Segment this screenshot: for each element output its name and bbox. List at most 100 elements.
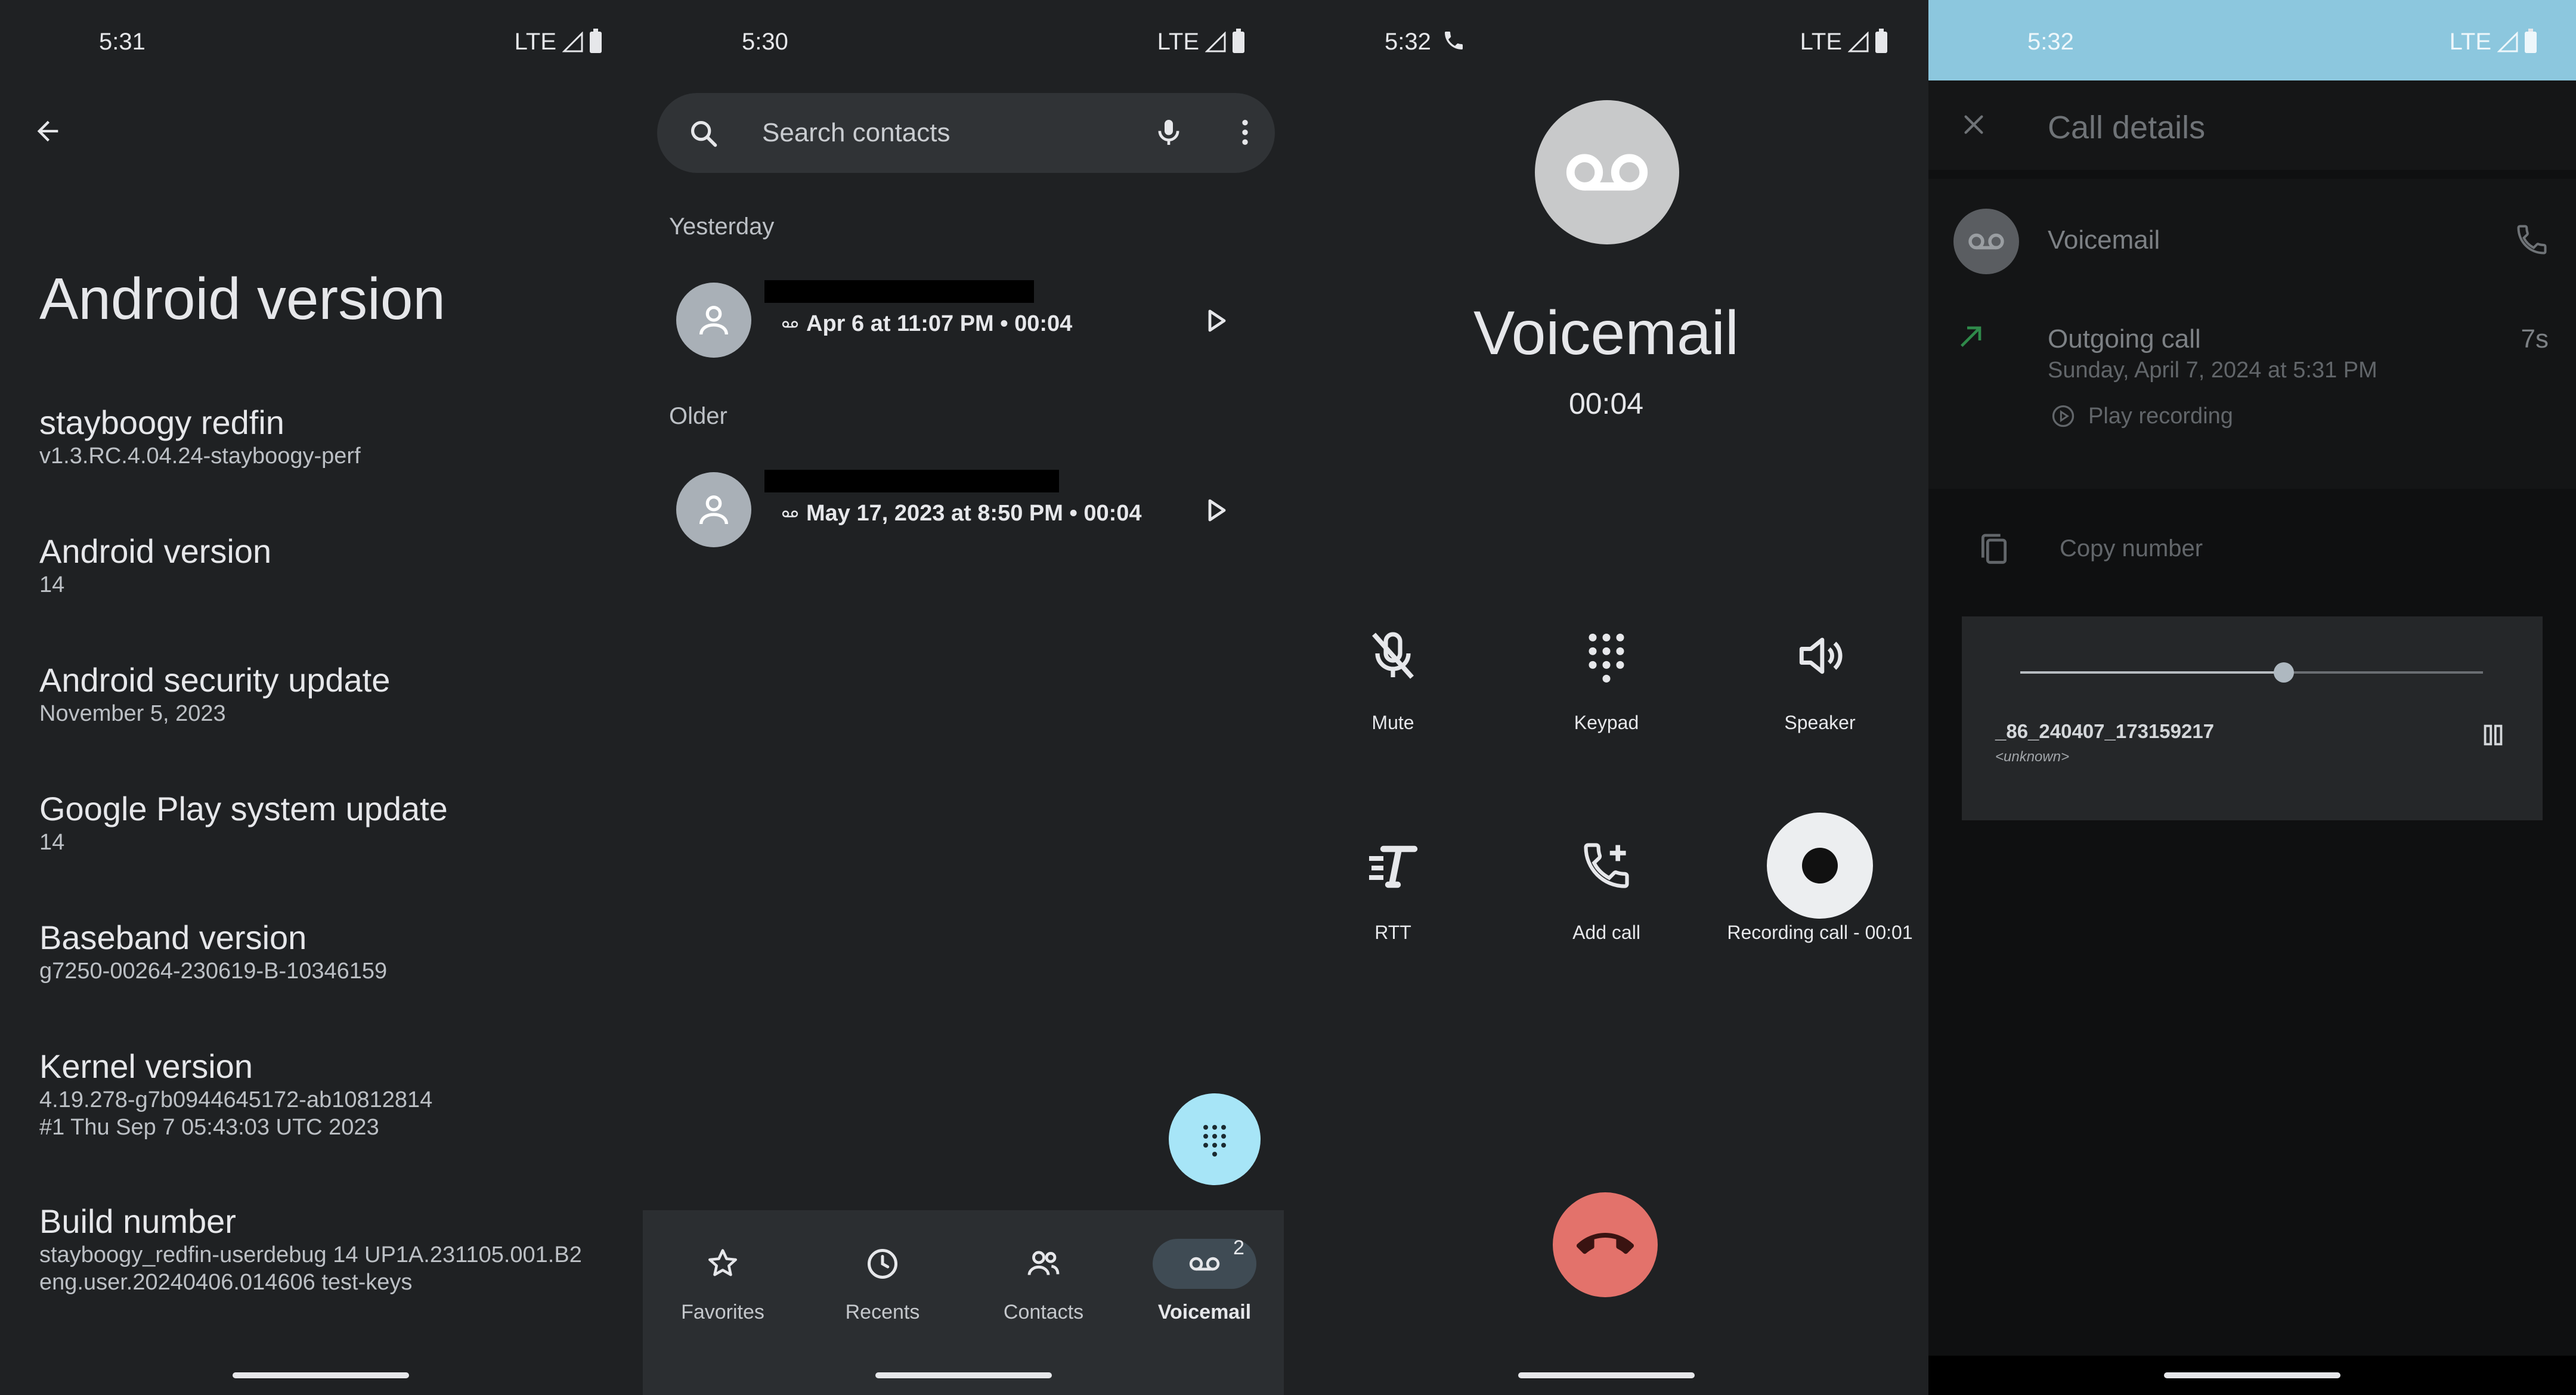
section-header-yesterday: Yesterday <box>669 213 775 240</box>
signal-icon <box>562 31 583 52</box>
call-timer: 00:04 <box>1568 387 1644 420</box>
seek-thumb[interactable] <box>2274 662 2295 683</box>
voicemail-list-item[interactable]: May 17, 2023 at 8:50 PM • 00:04 <box>643 460 1284 556</box>
status-time: 5:31 <box>99 29 145 55</box>
navigation-bar <box>1928 1356 2576 1395</box>
control-label: Add call <box>1572 922 1640 943</box>
status-time: 5:32 <box>2027 29 2074 55</box>
call-end-icon <box>1577 1233 1634 1254</box>
search-bar[interactable] <box>657 93 1275 173</box>
call-date: Sunday, April 7, 2024 at 5:31 PM <box>2048 358 2377 383</box>
recording-artist: <unknown> <box>1995 749 2070 765</box>
about-item-baseband[interactable]: Baseband version g7250-00264-230619-B-10… <box>39 918 387 985</box>
search-input[interactable] <box>762 116 1096 150</box>
item-title: Build number <box>39 1202 236 1240</box>
status-indicators: LTE <box>1157 28 1244 55</box>
copy-number-label: Copy number <box>2060 535 2203 562</box>
battery-icon <box>2525 28 2537 53</box>
page-title: Android version <box>39 266 445 331</box>
about-item-android-version[interactable]: Android version 14 <box>39 532 271 599</box>
caller-avatar <box>1535 100 1679 244</box>
gesture-handle[interactable] <box>2164 1372 2340 1378</box>
status-bar: 5:30 LTE <box>643 0 1284 80</box>
play-icon[interactable] <box>1202 496 1230 525</box>
network-type: LTE <box>2449 29 2491 55</box>
app-bar: Call details <box>1928 80 2576 170</box>
voicemail-meta: Apr 6 at 11:07 PM • 00:04 <box>781 311 1072 337</box>
about-item-kernel[interactable]: Kernel version 4.19.278-g7b0944645172-ab… <box>39 1047 432 1141</box>
status-bar: 5:32 LTE <box>1286 0 1927 80</box>
gesture-handle[interactable] <box>1518 1372 1695 1378</box>
battery-icon <box>1233 28 1244 53</box>
phone-icon[interactable] <box>2514 222 2550 258</box>
record-button[interactable]: Recording call - 00:01 <box>1713 812 1927 944</box>
end-call-button[interactable] <box>1553 1192 1658 1297</box>
status-time: 5:32 <box>1385 29 1431 55</box>
about-android-version-screen: 5:31 LTE Android version stayboogy redfi… <box>0 0 641 1395</box>
speaker-button[interactable]: Speaker <box>1713 602 1927 734</box>
about-item-rom[interactable]: stayboogy redfin v1.3.RC.4.04.24-stayboo… <box>39 403 361 470</box>
item-subtitle: 4.19.278-g7b0944645172-ab10812814 <box>39 1087 433 1112</box>
contact-name: Voicemail <box>2048 225 2160 255</box>
avatar <box>676 472 751 547</box>
close-button[interactable] <box>1950 101 1998 148</box>
copy-number-row[interactable]: Copy number <box>1928 495 2576 608</box>
about-item-build-number[interactable]: Build number stayboogy_redfin-userdebug … <box>39 1202 582 1296</box>
play-recording-link[interactable]: Play recording <box>2050 403 2233 429</box>
gesture-handle[interactable] <box>232 1372 409 1378</box>
battery-icon <box>1875 28 1887 53</box>
person-icon <box>699 495 728 525</box>
call-details-screen: 5:32 LTE Call details Voicemail Outgoing… <box>1928 0 2576 1395</box>
people-icon <box>1027 1251 1060 1275</box>
mic-off-icon <box>1372 632 1414 679</box>
tab-recents[interactable]: Recents <box>811 1240 954 1324</box>
voicemail-list-item[interactable]: Apr 6 at 11:07 PM • 00:04 <box>643 271 1284 366</box>
ongoing-call-icon <box>1445 32 1463 49</box>
voicemail-icon <box>1566 154 1648 191</box>
tab-label: Contacts <box>1003 1301 1084 1323</box>
keypad-button[interactable]: Keypad <box>1499 602 1714 734</box>
rtt-button[interactable]: RTT <box>1286 812 1500 944</box>
search-icon <box>691 120 717 147</box>
item-subtitle-line2: eng.user.20240406.014606 test-keys <box>39 1270 413 1295</box>
tab-voicemail[interactable]: 2 Voicemail <box>1133 1236 1276 1324</box>
item-title: Google Play system update <box>39 790 448 827</box>
play-recording-label: Play recording <box>2088 403 2233 429</box>
seek-bar[interactable] <box>2020 662 2483 683</box>
recording-player: _86_240407_173159217 <unknown> <box>1962 616 2543 820</box>
control-label: RTT <box>1374 922 1411 943</box>
clock-icon <box>868 1249 897 1279</box>
dialpad-fab[interactable] <box>1169 1093 1261 1185</box>
signal-icon <box>2497 31 2518 52</box>
mute-button[interactable]: Mute <box>1286 602 1500 734</box>
item-title: Kernel version <box>39 1047 253 1085</box>
rtt-icon <box>1369 845 1418 888</box>
avatar <box>1953 209 2019 274</box>
item-title: Android security update <box>39 661 391 699</box>
pause-icon[interactable] <box>2479 721 2507 749</box>
more-vert-icon[interactable] <box>1228 116 1262 149</box>
about-item-play-system-update[interactable]: Google Play system update 14 <box>39 789 448 856</box>
battery-icon <box>590 28 602 53</box>
status-indicators: LTE <box>1800 28 1887 55</box>
control-label: Speaker <box>1784 712 1856 733</box>
dialpad-icon <box>1589 633 1624 683</box>
tab-contacts[interactable]: Contacts <box>972 1240 1115 1324</box>
tab-label: Recents <box>845 1301 920 1323</box>
add-call-button[interactable]: Add call <box>1499 812 1714 944</box>
control-label: Keypad <box>1574 712 1639 733</box>
voicemail-icon <box>1968 233 2004 250</box>
voicemail-list-screen: 5:30 LTE Yesterday Apr 6 at 11:07 PM • 0… <box>643 0 1284 1395</box>
about-item-security-update[interactable]: Android security update November 5, 2023 <box>39 661 390 727</box>
section-header-older: Older <box>669 403 727 429</box>
tab-favorites[interactable]: Favorites <box>651 1240 794 1324</box>
redacted-caller <box>764 280 1034 303</box>
back-button[interactable] <box>24 107 72 155</box>
mic-icon[interactable] <box>1152 116 1185 149</box>
gesture-handle[interactable] <box>875 1372 1052 1378</box>
voicemail-meta: May 17, 2023 at 8:50 PM • 00:04 <box>781 501 1142 526</box>
item-subtitle-line2: #1 Thu Sep 7 05:43:03 UTC 2023 <box>39 1115 379 1140</box>
status-time: 5:30 <box>742 29 788 55</box>
play-icon[interactable] <box>1202 306 1230 335</box>
in-call-screen: 5:32 LTE Voicemail 00:04 Mute Keypad Spe… <box>1286 0 1927 1395</box>
